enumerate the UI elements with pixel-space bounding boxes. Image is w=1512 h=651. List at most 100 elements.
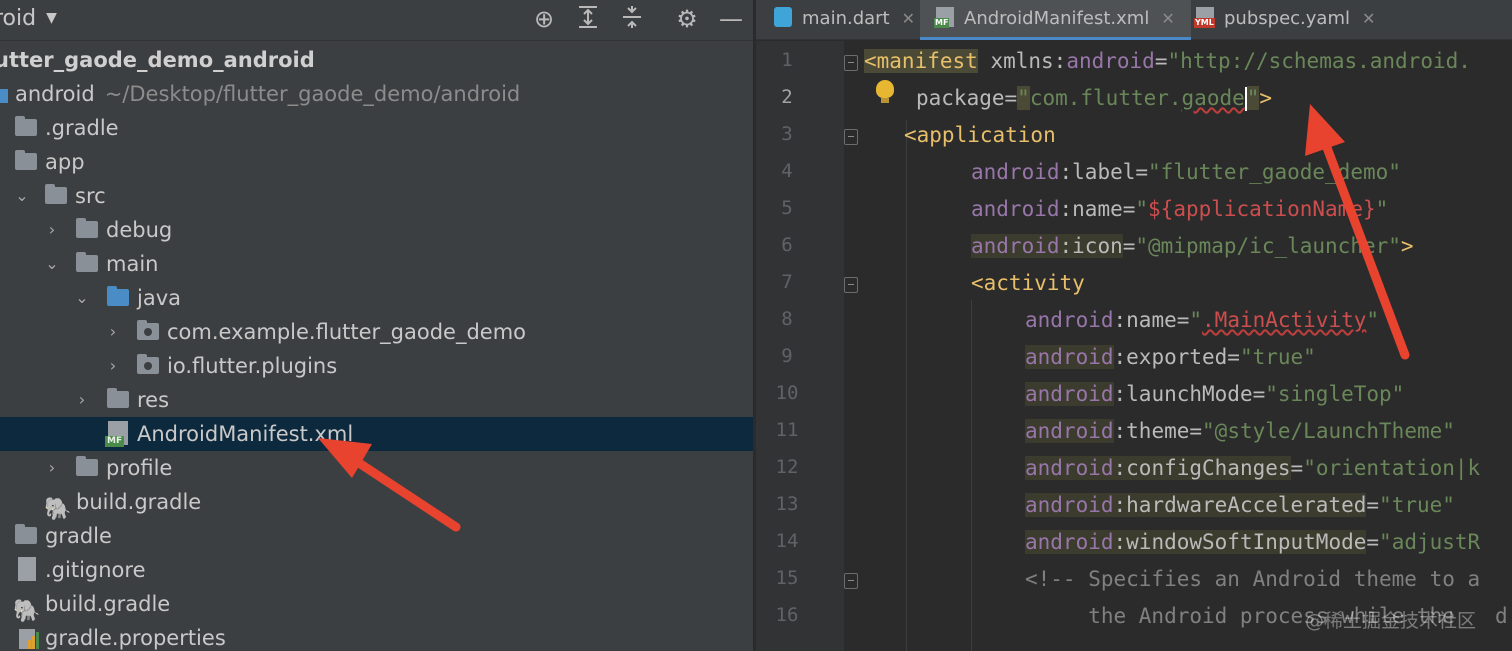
- package-icon: [137, 354, 159, 374]
- tab-label: main.dart: [802, 8, 890, 29]
- tree-item-java[interactable]: ⌄ java: [0, 281, 753, 315]
- tree-item-label: gradle: [45, 524, 112, 548]
- line-number-gutter[interactable]: 1 2 3 4 5 6 7 8 9 10 11 12 13 14 15 16: [756, 41, 844, 651]
- line-number: 10: [775, 382, 799, 404]
- tree-item-src[interactable]: ⌄ src: [0, 179, 753, 213]
- source-folder-icon: [107, 286, 129, 306]
- tree-item-android[interactable]: android ~/Desktop/flutter_gaode_demo/andr…: [0, 77, 753, 111]
- line-number: 1: [781, 49, 793, 71]
- chevron-down-icon: ▼: [46, 10, 57, 26]
- lightbulb-intention-icon[interactable]: [876, 80, 894, 103]
- locate-icon[interactable]: ⊕: [527, 4, 561, 34]
- tree-item-package[interactable]: › com.example.flutter_gaode_demo: [0, 315, 753, 349]
- project-panel: roid ▼ ⊕ ⚙ — utter_gaode_demo_android and…: [0, 0, 753, 651]
- code-line-9: android:exported="true": [1025, 345, 1316, 369]
- tree-item-res[interactable]: › res: [0, 383, 753, 417]
- tree-item-profile[interactable]: › profile: [0, 451, 753, 485]
- folder-icon: [15, 116, 37, 136]
- code-line-2: package="com.flutter.gaode">: [916, 86, 1273, 111]
- gear-icon[interactable]: ⚙: [670, 4, 704, 34]
- folder-icon: [76, 456, 98, 476]
- tree-item-label: src: [75, 184, 106, 208]
- tree-item-label: com.example.flutter_gaode_demo: [167, 320, 526, 344]
- tree-item-gradle[interactable]: gradle: [0, 519, 753, 553]
- code-line-13: android:hardwareAccelerated="true": [1025, 493, 1455, 517]
- file-badge: MF: [934, 18, 950, 28]
- tab-android-manifest[interactable]: MF AndroidManifest.xml ✕: [920, 0, 1191, 40]
- tab-pubspec-yaml[interactable]: YML pubspec.yaml ✕: [1194, 0, 1375, 40]
- tree-item-gradle-properties[interactable]: gradle.properties: [0, 621, 753, 651]
- tree-item-path: ~/Desktop/flutter_gaode_demo/android: [104, 82, 521, 106]
- project-toolbar: roid ▼ ⊕ ⚙ —: [0, 0, 753, 41]
- chevron-down-icon[interactable]: ⌄: [42, 247, 62, 281]
- code-line-11: android:theme="@style/LaunchTheme": [1025, 419, 1455, 443]
- expand-all-icon[interactable]: [571, 4, 605, 34]
- tree-item-gitignore[interactable]: .gitignore: [0, 553, 753, 587]
- folder-icon: [15, 524, 37, 544]
- line-number: 4: [781, 160, 793, 182]
- tree-item-main[interactable]: ⌄ main: [0, 247, 753, 281]
- chevron-right-icon[interactable]: ›: [42, 451, 62, 485]
- file-badge: YML: [1194, 18, 1215, 28]
- tree-item-dot-gradle[interactable]: .gradle: [0, 111, 753, 145]
- line-number: 8: [781, 308, 793, 330]
- tab-label: pubspec.yaml: [1224, 8, 1350, 29]
- folder-icon: [15, 150, 37, 170]
- line-number: 15: [775, 567, 799, 589]
- fold-marker-icon[interactable]: [844, 573, 858, 589]
- fold-marker-icon[interactable]: [844, 55, 858, 71]
- folder-icon: [76, 252, 98, 272]
- close-icon[interactable]: ✕: [1362, 9, 1375, 28]
- tree-item-label: profile: [106, 456, 173, 480]
- manifest-file-icon: MF: [934, 7, 954, 28]
- close-icon[interactable]: ✕: [902, 9, 915, 28]
- chevron-right-icon[interactable]: ›: [72, 383, 92, 417]
- close-icon[interactable]: ✕: [1161, 9, 1174, 28]
- tree-item-android-manifest[interactable]: MF AndroidManifest.xml: [0, 417, 753, 451]
- tree-item-label: app: [45, 150, 85, 174]
- tree-item-label: utter_gaode_demo_android: [0, 48, 315, 72]
- line-number: 12: [775, 456, 799, 478]
- line-number: 2: [781, 86, 793, 108]
- line-number: 6: [781, 234, 793, 256]
- code-line-8: android:name=".MainActivity": [1025, 308, 1380, 332]
- collapse-all-icon[interactable]: [615, 4, 649, 34]
- code-line-6: android:icon="@mipmap/ic_launcher">: [971, 234, 1414, 258]
- line-number: 7: [781, 271, 793, 293]
- tree-root-project[interactable]: utter_gaode_demo_android: [0, 43, 753, 77]
- code-line-12: android:configChanges="orientation|k: [1025, 456, 1481, 480]
- line-number: 9: [781, 345, 793, 367]
- code-line-3: <application: [904, 123, 1056, 147]
- yaml-file-icon: YML: [1194, 7, 1215, 28]
- line-number: 14: [775, 530, 799, 552]
- project-view-selector[interactable]: roid ▼: [0, 6, 57, 31]
- project-view-label: roid: [0, 6, 37, 31]
- editor-area: main.dart ✕ MF AndroidManifest.xml ✕ YML pub…: [756, 0, 1512, 651]
- chevron-right-icon[interactable]: ›: [103, 315, 123, 349]
- minimize-icon[interactable]: —: [714, 4, 748, 34]
- fold-marker-icon[interactable]: [844, 277, 858, 293]
- tree-item-label: .gitignore: [45, 558, 146, 582]
- tree-item-label: main: [106, 252, 159, 276]
- chevron-down-icon[interactable]: ⌄: [12, 179, 32, 213]
- tree-item-package[interactable]: › io.flutter.plugins: [0, 349, 753, 383]
- indent-guide: [971, 300, 972, 651]
- chevron-down-icon[interactable]: ⌄: [72, 281, 92, 315]
- tree-item-label: gradle.properties: [45, 626, 226, 650]
- folder-icon: [107, 388, 129, 408]
- tree-item-label: build.gradle: [76, 490, 202, 514]
- line-number: 5: [781, 197, 793, 219]
- tree-item-app[interactable]: app: [0, 145, 753, 179]
- chevron-right-icon[interactable]: ›: [103, 349, 123, 383]
- line-number: 13: [775, 493, 799, 515]
- tree-item-debug[interactable]: › debug: [0, 213, 753, 247]
- fold-marker-icon[interactable]: [844, 129, 858, 145]
- tree-item-label: debug: [106, 218, 173, 242]
- code-line-5: android:name="${applicationName}": [971, 197, 1389, 221]
- properties-file-icon: [18, 629, 40, 651]
- tab-main-dart[interactable]: main.dart ✕: [774, 0, 915, 40]
- tree-item-build-gradle[interactable]: 🐘 build.gradle: [0, 587, 753, 624]
- code-line-7: <activity: [971, 271, 1085, 295]
- chevron-right-icon[interactable]: ›: [42, 213, 62, 247]
- tree-item-build-gradle[interactable]: 🐘 build.gradle: [0, 485, 753, 522]
